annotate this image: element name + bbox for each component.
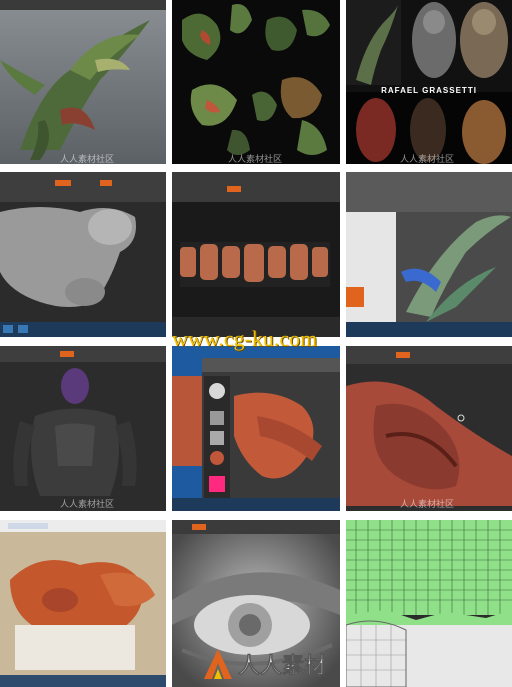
maya-plant-rig-image: [346, 172, 512, 337]
artist-gallery-image: [346, 0, 512, 164]
zbrush-uv-pieces-image: [172, 172, 340, 337]
zbrush-orange-sculpt-image: [172, 346, 340, 511]
zbrush-armored-hero-image: [0, 346, 166, 511]
texture-maps-image: [172, 0, 340, 164]
photo-creature-image: [0, 520, 166, 687]
logo-text: 人人素材: [238, 653, 326, 679]
uv-wireframe-image: [346, 520, 512, 687]
site-logo: 人人素材: [200, 647, 350, 681]
watermark-small-5: 人人素材社区: [400, 500, 455, 510]
watermark-small-1: 人人素材社区: [60, 155, 115, 165]
zbrush-closeup-red-image: [346, 346, 512, 511]
tile-maya-plant-rig: [346, 172, 512, 337]
tile-zbrush-uv-pieces: [172, 172, 340, 337]
tile-photo-creature: [0, 520, 166, 687]
watermark-small-3: 人人素材社区: [400, 155, 455, 165]
tile-zbrush-closeup-red: [346, 346, 512, 511]
tile-zbrush-armored-hero: [0, 346, 166, 511]
creature-render-image: [0, 0, 166, 164]
watermark-small-2: 人人素材社区: [228, 155, 283, 165]
watermark-url: www.cg-ku.com: [172, 326, 318, 351]
gallery-caption: RAFAEL GRASSETTI: [381, 86, 477, 95]
tile-zbrush-sculpt-gray: [0, 172, 166, 337]
site-logo-image: 人人素材: [204, 649, 326, 679]
tile-creature-render: [0, 0, 166, 164]
zbrush-sculpt-gray-image: [0, 172, 166, 337]
tile-uv-wireframe: [346, 520, 512, 687]
tile-artist-gallery: RAFAEL GRASSETTI: [346, 0, 512, 164]
tile-zbrush-orange-sculpt: [172, 346, 340, 511]
watermark-small-4: 人人素材社区: [60, 500, 115, 510]
tile-texture-maps: [172, 0, 340, 164]
